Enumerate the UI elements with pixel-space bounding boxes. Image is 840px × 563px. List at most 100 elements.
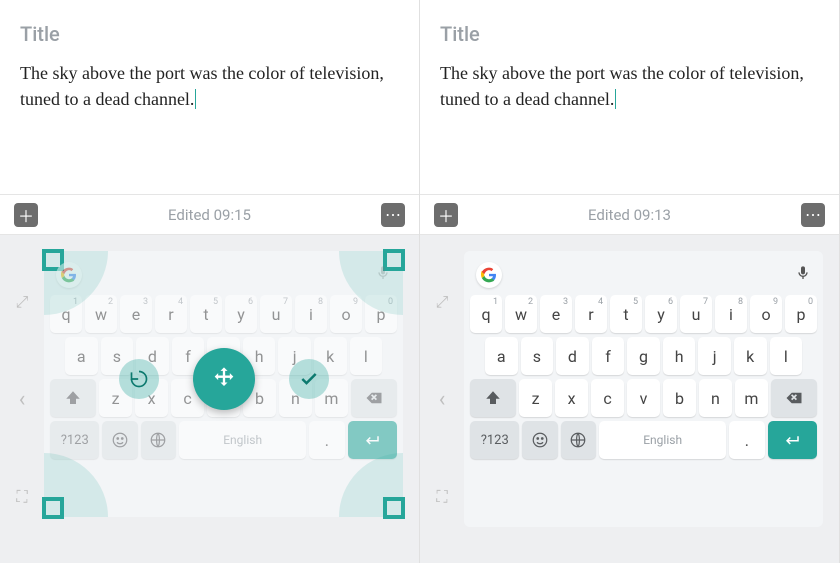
key-d[interactable]: d bbox=[556, 337, 589, 375]
key-w[interactable]: 2w bbox=[505, 295, 537, 333]
keyboard: 1q2w3e4r5t6y7u8i9o0p asdfghjkl zxcvbnm ?… bbox=[464, 251, 823, 527]
key-row-3: zxcvbnm bbox=[470, 377, 817, 419]
body-text[interactable]: The sky above the port was the color of … bbox=[440, 60, 819, 112]
key-t[interactable]: 5t bbox=[610, 295, 642, 333]
key-e[interactable]: 3e bbox=[540, 295, 572, 333]
key-y[interactable]: 6y bbox=[645, 295, 677, 333]
key-w[interactable]: 2w bbox=[85, 295, 117, 333]
enter-key[interactable] bbox=[348, 421, 397, 459]
emoji-key[interactable] bbox=[522, 421, 557, 459]
keyboard-suggestion-row bbox=[470, 257, 817, 293]
language-key[interactable] bbox=[141, 421, 176, 459]
key-l[interactable]: l bbox=[770, 337, 803, 375]
key-r[interactable]: 4r bbox=[575, 295, 607, 333]
keyboard-suggestion-row bbox=[50, 257, 397, 293]
floating-controls bbox=[119, 348, 329, 410]
body-content: The sky above the port was the color of … bbox=[440, 63, 804, 109]
key-t[interactable]: 5t bbox=[190, 295, 222, 333]
resize-handle-br[interactable] bbox=[383, 497, 405, 519]
key-row-4: ?123 English. bbox=[50, 419, 397, 461]
key-r[interactable]: 4r bbox=[155, 295, 187, 333]
shift-key[interactable] bbox=[470, 379, 516, 417]
key-row-4: ?123 English. bbox=[470, 419, 817, 461]
symbols-key[interactable]: ?123 bbox=[470, 421, 519, 459]
pane-left: Title The sky above the port was the col… bbox=[0, 0, 420, 563]
enter-key[interactable] bbox=[768, 421, 817, 459]
emoji-key[interactable] bbox=[102, 421, 137, 459]
status-row: ＋ Edited 09:15 ⋯ bbox=[0, 195, 419, 235]
language-key[interactable] bbox=[561, 421, 596, 459]
key-row-1: 1q2w3e4r5t6y7u8i9o0p bbox=[50, 293, 397, 335]
text-cursor bbox=[195, 89, 196, 109]
status-row: ＋ Edited 09:13 ⋯ bbox=[420, 195, 839, 235]
google-logo-icon[interactable] bbox=[56, 262, 82, 288]
space-key[interactable]: English bbox=[179, 421, 306, 459]
editor-area: Title The sky above the port was the col… bbox=[0, 0, 419, 195]
key-f[interactable]: f bbox=[592, 337, 625, 375]
dock-icon[interactable]: ⛶ bbox=[436, 489, 447, 505]
expand-icon[interactable]: ⤢ bbox=[436, 294, 449, 310]
key-s[interactable]: s bbox=[521, 337, 554, 375]
key-a[interactable]: a bbox=[65, 337, 98, 375]
keyboard-area: ⤢ ‹ ⛶ 1q2w3e4r5t6y7u8i9o0p asdfghjkl zxc… bbox=[0, 235, 419, 563]
body-content: The sky above the port was the color of … bbox=[20, 63, 384, 109]
key-q[interactable]: 1q bbox=[50, 295, 82, 333]
backspace-key[interactable] bbox=[351, 379, 397, 417]
key-o[interactable]: 9o bbox=[330, 295, 362, 333]
key-e[interactable]: 3e bbox=[120, 295, 152, 333]
key-h[interactable]: h bbox=[663, 337, 696, 375]
key-row-2: asdfghjkl bbox=[470, 335, 817, 377]
chevron-left-icon[interactable]: ‹ bbox=[439, 387, 446, 412]
key-b[interactable]: b bbox=[663, 379, 696, 417]
more-button[interactable]: ⋯ bbox=[801, 203, 825, 227]
body-text[interactable]: The sky above the port was the color of … bbox=[20, 60, 399, 112]
more-button[interactable]: ⋯ bbox=[381, 203, 405, 227]
expand-icon[interactable]: ⤢ bbox=[16, 294, 29, 310]
resize-handle-bl[interactable] bbox=[42, 497, 64, 519]
key-i[interactable]: 8i bbox=[295, 295, 327, 333]
key-z[interactable]: z bbox=[519, 379, 552, 417]
add-button[interactable]: ＋ bbox=[434, 203, 458, 227]
key-p[interactable]: 0p bbox=[365, 295, 397, 333]
title-placeholder[interactable]: Title bbox=[440, 22, 819, 46]
key-u[interactable]: 7u bbox=[260, 295, 292, 333]
period-key[interactable]: . bbox=[729, 421, 764, 459]
key-j[interactable]: j bbox=[698, 337, 731, 375]
key-o[interactable]: 9o bbox=[750, 295, 782, 333]
editor-area: Title The sky above the port was the col… bbox=[420, 0, 839, 195]
key-p[interactable]: 0p bbox=[785, 295, 817, 333]
edited-timestamp: Edited 09:13 bbox=[588, 206, 671, 224]
key-row-1: 1q2w3e4r5t6y7u8i9o0p bbox=[470, 293, 817, 335]
key-m[interactable]: m bbox=[735, 379, 768, 417]
key-x[interactable]: x bbox=[555, 379, 588, 417]
edited-timestamp: Edited 09:15 bbox=[168, 206, 251, 224]
backspace-key[interactable] bbox=[771, 379, 817, 417]
period-key[interactable]: . bbox=[309, 421, 344, 459]
confirm-button[interactable] bbox=[289, 359, 329, 399]
mic-icon[interactable] bbox=[795, 265, 811, 285]
text-cursor bbox=[615, 89, 616, 109]
key-l[interactable]: l bbox=[350, 337, 383, 375]
key-u[interactable]: 7u bbox=[680, 295, 712, 333]
reset-position-button[interactable] bbox=[119, 359, 159, 399]
key-i[interactable]: 8i bbox=[715, 295, 747, 333]
key-y[interactable]: 6y bbox=[225, 295, 257, 333]
key-k[interactable]: k bbox=[734, 337, 767, 375]
mic-icon[interactable] bbox=[375, 265, 391, 285]
key-v[interactable]: v bbox=[627, 379, 660, 417]
dock-icon[interactable]: ⛶ bbox=[16, 489, 27, 505]
key-c[interactable]: c bbox=[591, 379, 624, 417]
add-button[interactable]: ＋ bbox=[14, 203, 38, 227]
key-a[interactable]: a bbox=[485, 337, 518, 375]
chevron-left-icon[interactable]: ‹ bbox=[19, 387, 26, 412]
shift-key[interactable] bbox=[50, 379, 96, 417]
space-key[interactable]: English bbox=[599, 421, 726, 459]
key-g[interactable]: g bbox=[627, 337, 660, 375]
move-handle[interactable] bbox=[193, 348, 255, 410]
key-n[interactable]: n bbox=[699, 379, 732, 417]
key-q[interactable]: 1q bbox=[470, 295, 502, 333]
floating-keyboard[interactable]: 1q2w3e4r5t6y7u8i9o0p asdfghjkl zxcvbnm ?… bbox=[44, 251, 403, 517]
google-logo-icon[interactable] bbox=[476, 262, 502, 288]
symbols-key[interactable]: ?123 bbox=[50, 421, 99, 459]
title-placeholder[interactable]: Title bbox=[20, 22, 399, 46]
